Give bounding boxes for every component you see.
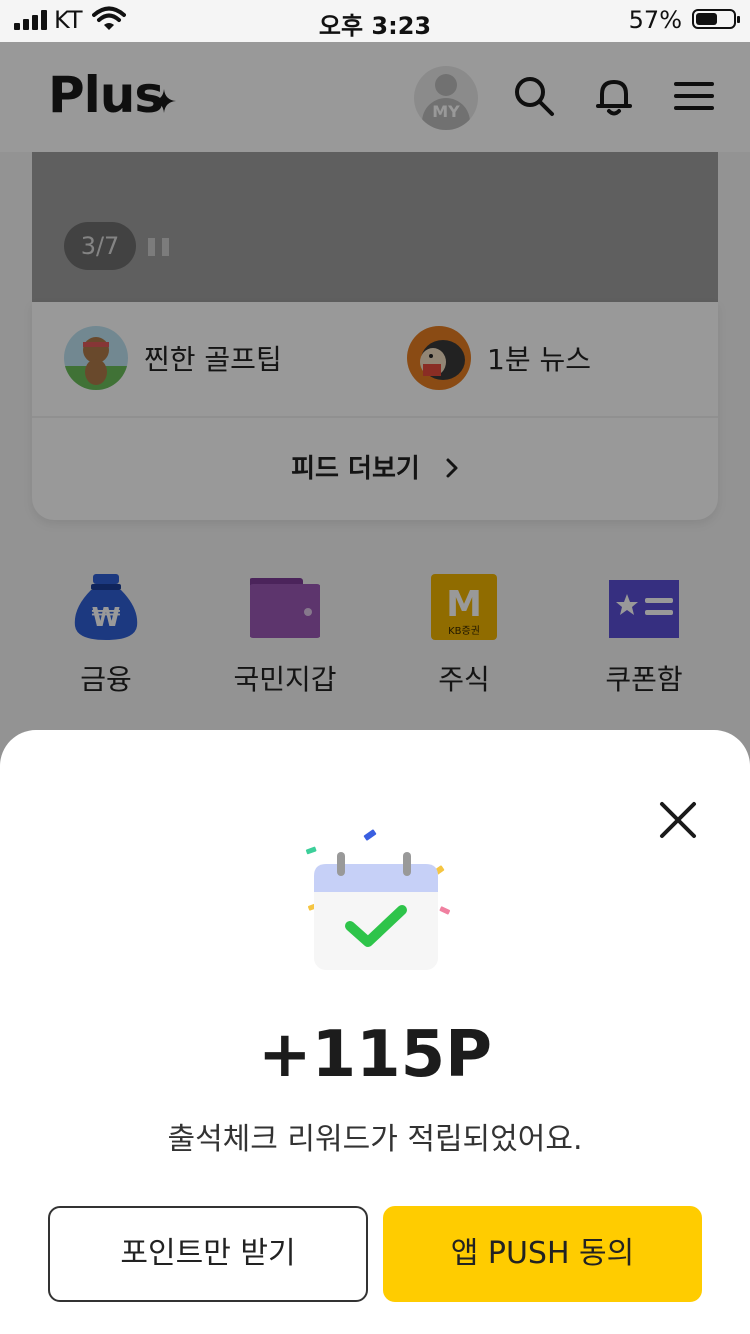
battery-icon <box>692 9 740 29</box>
battery-percent: 57% <box>628 6 682 34</box>
points-only-button[interactable]: 포인트만 받기 <box>48 1206 368 1302</box>
app-screen: KT 오후 3:23 57% Plus MY 3/7 찐한 골프팁 1분 뉴스 … <box>0 0 750 1334</box>
reward-points: +115P <box>257 1018 493 1092</box>
status-bar: KT 오후 3:23 57% <box>0 0 750 42</box>
reward-message: 출석체크 리워드가 적립되었어요. <box>167 1122 583 1157</box>
close-icon[interactable] <box>654 796 702 844</box>
reward-bottom-sheet: +115P 출석체크 리워드가 적립되었어요. 포인트만 받기 앱 PUSH 동… <box>0 730 750 1334</box>
calendar-check-icon <box>305 829 451 970</box>
push-consent-button[interactable]: 앱 PUSH 동의 <box>383 1206 702 1302</box>
